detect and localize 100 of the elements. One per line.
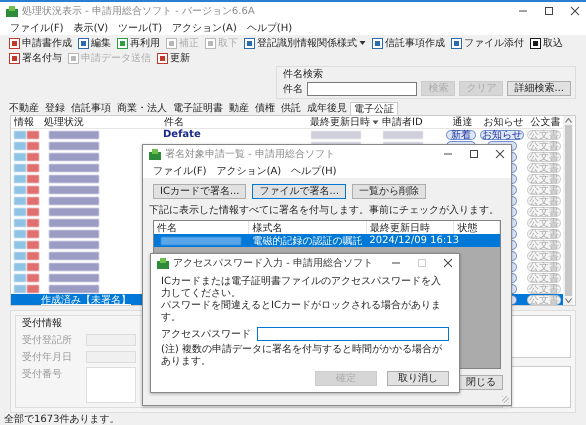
field-label: 受付年月日 xyxy=(22,350,73,364)
toolbar-button[interactable]: ファイル添付 xyxy=(450,36,525,50)
menu-item[interactable]: ヘルプ(H) xyxy=(246,20,292,34)
table-cell[interactable] xyxy=(11,272,41,283)
news-button[interactable]: お知らせ xyxy=(480,130,524,140)
scroll-bar[interactable] xyxy=(563,116,573,305)
dialog-button[interactable]: ファイルで署名... xyxy=(252,184,346,199)
text-field[interactable] xyxy=(86,351,136,363)
scroll-thumb[interactable] xyxy=(564,125,572,296)
field-label: 受付登記所 xyxy=(22,334,73,347)
field-label: アクセスパスワード xyxy=(161,328,251,341)
column-header[interactable]: 件名 xyxy=(161,116,307,128)
menu-item[interactable]: アクション(A) xyxy=(216,164,282,178)
table-cell[interactable] xyxy=(11,250,41,261)
search-button[interactable]: 詳細検索... xyxy=(507,81,571,96)
column-header[interactable]: 最終更新日時 xyxy=(307,116,379,128)
tab[interactable]: 動産 xyxy=(226,102,252,115)
app-logo-icon xyxy=(149,148,161,160)
tab[interactable]: 電子証明書 xyxy=(170,102,226,115)
menu-item[interactable]: 表示(V) xyxy=(74,20,108,34)
menu-item[interactable]: ツール(T) xyxy=(118,20,162,34)
group-title: 受付情報 xyxy=(22,316,62,330)
resize-grip[interactable] xyxy=(502,396,509,403)
blurred-block xyxy=(49,284,99,292)
dialog-button[interactable]: 一覧から削除 xyxy=(352,184,426,199)
tab[interactable]: 供託 xyxy=(278,102,304,115)
table-cell[interactable] xyxy=(11,151,41,162)
blurred-block xyxy=(311,130,361,138)
tab[interactable]: 登録 xyxy=(42,102,68,115)
column-header[interactable]: 公文書 xyxy=(525,116,563,128)
document-icon xyxy=(244,38,255,48)
close-icon[interactable] xyxy=(443,258,453,268)
table-cell[interactable] xyxy=(11,217,41,228)
column-header[interactable]: お知らせ xyxy=(479,116,525,128)
table-cell[interactable] xyxy=(11,294,41,305)
toolbar-button[interactable]: 編集 xyxy=(77,36,112,50)
toolbar-button[interactable]: 更新 xyxy=(156,51,191,65)
document-icon xyxy=(157,52,168,64)
tab[interactable]: 成年後見 xyxy=(304,102,350,115)
toolbar-button[interactable]: 署名付与 xyxy=(8,51,63,65)
app-logo-icon xyxy=(157,258,169,268)
text-area[interactable] xyxy=(511,366,571,408)
column-header[interactable]: 情報 xyxy=(11,116,41,128)
table-cell[interactable] xyxy=(11,140,41,151)
maximize-icon[interactable] xyxy=(544,6,554,16)
menu-item[interactable]: アクション(A) xyxy=(172,20,237,34)
table-cell[interactable] xyxy=(11,184,41,195)
tab[interactable]: 信託事項 xyxy=(68,102,114,115)
table-cell[interactable] xyxy=(11,129,41,140)
toolbar-button[interactable]: 信託事項作成 xyxy=(371,36,446,50)
close-button[interactable]: 閉じる xyxy=(459,375,503,390)
notice-button[interactable]: 新着 xyxy=(446,130,476,140)
document-icon xyxy=(166,38,177,48)
field-label: 件名 xyxy=(283,82,303,96)
table-cell[interactable] xyxy=(11,261,41,272)
table-cell[interactable] xyxy=(11,162,41,173)
blurred-block xyxy=(383,130,423,138)
blurred-block xyxy=(49,142,99,150)
table-cell[interactable] xyxy=(11,239,41,250)
group-title: 件名検索 xyxy=(283,68,323,81)
password-field[interactable] xyxy=(257,327,449,341)
column-header[interactable]: 処理状況 xyxy=(41,116,161,128)
close-icon[interactable] xyxy=(495,149,505,159)
menu-item[interactable]: ファイル(F) xyxy=(153,164,207,178)
window-title: アクセスパスワード入力 - 申請用総合ソフト xyxy=(173,256,373,270)
window-title: 署名対象申請一覧 - 申請用総合ソフト xyxy=(165,148,335,161)
dialog-button[interactable]: 取り消し xyxy=(387,371,449,386)
table-cell[interactable] xyxy=(11,195,41,206)
blurred-block xyxy=(49,240,99,248)
toolbar-button[interactable]: 取込 xyxy=(529,36,564,50)
blurred-block xyxy=(49,208,99,216)
tab[interactable]: 商業・法人 xyxy=(114,102,170,115)
window-title: 処理状況表示 - 申請用総合ソフト - バージョン6.6A xyxy=(22,4,255,18)
table-cell[interactable] xyxy=(11,206,41,217)
tab[interactable]: 電子公証 xyxy=(350,102,398,115)
tab[interactable]: 不動産 xyxy=(6,102,42,115)
tab[interactable]: 債権 xyxy=(252,102,278,115)
text-field[interactable] xyxy=(86,367,136,403)
blurred-block xyxy=(49,262,99,270)
close-icon[interactable] xyxy=(570,6,580,16)
toolbar-button[interactable]: 申請書作成 xyxy=(8,36,73,50)
status-link[interactable]: 作成済み【未署名】 xyxy=(41,292,131,306)
sort-caret-icon xyxy=(372,120,379,124)
table-cell[interactable] xyxy=(11,283,41,294)
maximize-icon[interactable] xyxy=(469,149,479,159)
menu-item[interactable]: ファイル(F) xyxy=(10,20,64,34)
blurred-block xyxy=(49,274,99,282)
search-field[interactable] xyxy=(307,82,418,96)
column-header[interactable]: 申請者ID xyxy=(379,116,443,128)
menu-item[interactable]: ヘルプ(H) xyxy=(291,164,337,178)
list-row[interactable]: 電磁的記録の認証の嘱託 2024/12/09 16:13 xyxy=(154,234,500,247)
toolbar-button[interactable]: 登記識別情報関係様式 xyxy=(243,36,367,50)
toolbar-button[interactable]: 再利用 xyxy=(116,36,161,50)
column-header[interactable]: 通達 xyxy=(443,116,479,128)
table-cell[interactable] xyxy=(11,228,41,239)
table-cell[interactable] xyxy=(11,173,41,184)
dialog-button[interactable]: ICカードで署名... xyxy=(153,184,246,199)
text-field[interactable] xyxy=(86,334,136,346)
document-icon xyxy=(372,38,383,48)
text-area[interactable] xyxy=(511,315,571,358)
